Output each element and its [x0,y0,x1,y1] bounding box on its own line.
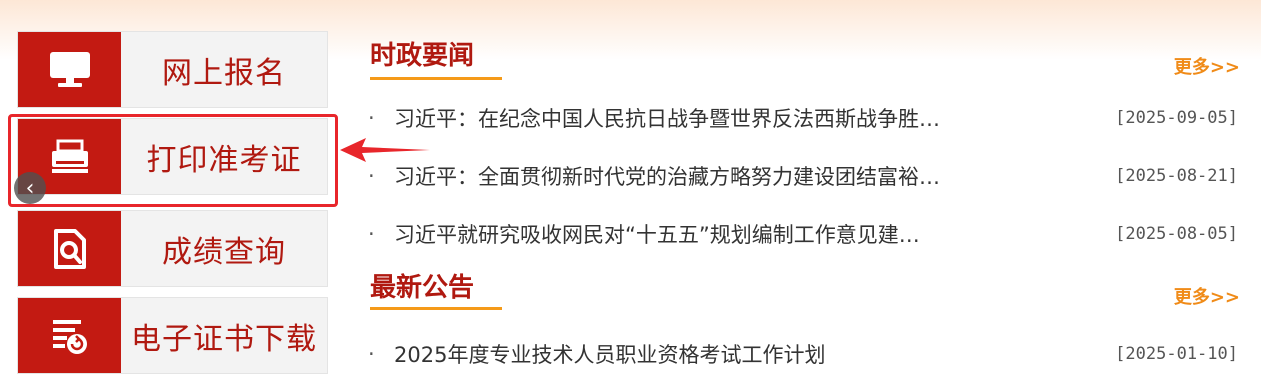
bullet: · [368,106,375,130]
carousel-prev-button[interactable]: ‹ [14,172,46,204]
news-item: · 习近平：全面贯彻新时代党的治藏方略努力建设团结富裕… [2025-08-21… [368,158,1238,194]
more-link[interactable]: 更多>> [1174,283,1240,309]
section-title: 时政要闻 [370,41,475,71]
document-search-icon [18,211,121,286]
bullet: · [368,222,375,246]
bullet: · [368,342,375,366]
title-underline [370,307,502,310]
notice-date: [2025-01-10] [1115,344,1238,364]
news-item: · 习近平：在纪念中国人民抗日战争暨世界反法西斯战争胜… [2025-09-05… [368,100,1238,136]
nav-label: 网上报名 [162,55,286,91]
notice-link[interactable]: 2025年度专业技术人员职业资格考试工作计划 [394,339,1070,369]
certificate-download-icon [18,298,121,373]
news-date: [2025-08-21] [1115,166,1238,186]
news-link[interactable]: 习近平：在纪念中国人民抗日战争暨世界反法西斯战争胜… [394,103,1070,133]
nav-label: 成绩查询 [162,234,286,270]
nav-item-online-registration[interactable]: 网上报名 [17,31,328,108]
nav-item-score-query[interactable]: 成绩查询 [17,210,328,287]
notice-item: · 2025年度专业技术人员职业资格考试工作计划 [2025-01-10] [368,336,1238,372]
section-title: 最新公告 [370,273,475,303]
more-link[interactable]: 更多>> [1174,53,1240,79]
nav-item-e-certificate-download[interactable]: 电子证书下载 [17,297,328,374]
news-date: [2025-08-05] [1115,224,1238,244]
news-link[interactable]: 习近平：全面贯彻新时代党的治藏方略努力建设团结富裕… [394,161,1070,191]
news-date: [2025-09-05] [1115,108,1238,128]
news-link[interactable]: 习近平就研究吸收网民对“十五五”规划编制工作意见建… [394,219,1070,249]
bullet: · [368,164,375,188]
title-underline [370,77,502,80]
highlight-frame [8,114,338,207]
news-item: · 习近平就研究吸收网民对“十五五”规划编制工作意见建… [2025-08-05… [368,216,1238,252]
monitor-icon [18,32,121,107]
nav-label: 电子证书下载 [131,321,317,357]
